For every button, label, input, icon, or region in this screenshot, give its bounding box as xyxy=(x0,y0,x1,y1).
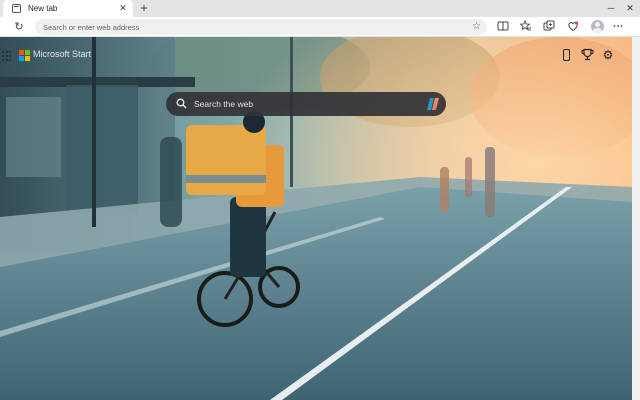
microsoft-logo-icon xyxy=(19,50,30,61)
close-tab-icon[interactable]: ✕ xyxy=(116,3,130,14)
tab-title: New tab xyxy=(28,4,58,13)
apps-launcher-icon[interactable] xyxy=(2,51,12,61)
toolbar: ↻ ☆ xyxy=(0,17,640,37)
new-tab-button[interactable]: + xyxy=(137,1,151,15)
add-favorite-icon[interactable]: ☆ xyxy=(472,20,481,34)
mobile-icon[interactable] xyxy=(559,48,573,62)
search-input[interactable] xyxy=(194,94,414,114)
search-icon xyxy=(176,98,187,109)
address-input[interactable] xyxy=(43,19,463,35)
split-screen-icon[interactable] xyxy=(496,20,510,34)
settings-icon[interactable]: ⚙ xyxy=(601,48,615,62)
copilot-icon[interactable] xyxy=(425,96,441,112)
web-search-box[interactable] xyxy=(166,92,446,116)
profile-icon[interactable] xyxy=(591,20,604,33)
close-window-button[interactable]: ✕ xyxy=(621,0,639,17)
tab-strip: New tab ✕ + ─ ✕ xyxy=(0,0,640,17)
favorites-icon[interactable] xyxy=(519,19,533,34)
brand-title[interactable]: Microsoft Start xyxy=(33,49,91,59)
minimize-button[interactable]: ─ xyxy=(602,0,620,17)
more-options-icon[interactable] xyxy=(611,20,625,34)
tab-new-tab[interactable]: New tab ✕ xyxy=(3,0,133,17)
address-bar[interactable]: ☆ xyxy=(35,19,487,35)
scrollbar[interactable] xyxy=(632,37,640,400)
refresh-button[interactable]: ↻ xyxy=(12,20,26,34)
browser-essentials-icon[interactable] xyxy=(566,20,580,34)
rewards-icon[interactable] xyxy=(580,48,594,62)
new-tab-page: Microsoft Start ⚙ xyxy=(0,37,632,400)
collections-icon[interactable] xyxy=(542,20,556,34)
new-tab-page-icon xyxy=(12,4,21,13)
